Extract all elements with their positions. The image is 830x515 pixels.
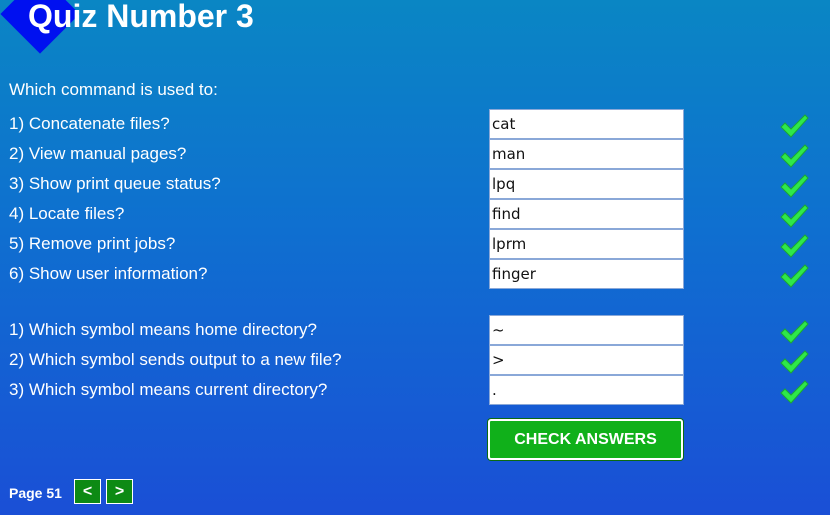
question-label: 2) Which symbol sends output to a new fi… [9, 350, 342, 369]
question-label: 3) Show print queue status? [9, 174, 221, 193]
correct-check-icon [780, 264, 809, 288]
correct-check-icon [780, 350, 809, 374]
answer-input[interactable] [489, 139, 684, 169]
correct-check-icon [780, 174, 809, 198]
answer-input[interactable] [489, 345, 684, 375]
question-label: 6) Show user information? [9, 264, 208, 283]
correct-check-icon [780, 380, 809, 404]
section-intro: Which command is used to: [9, 80, 218, 99]
correct-check-icon [780, 114, 809, 138]
question-label: 4) Locate files? [9, 204, 125, 223]
correct-check-icon [780, 320, 809, 344]
answer-input[interactable] [489, 109, 684, 139]
question-label: 5) Remove print jobs? [9, 234, 176, 253]
check-answers-button[interactable]: CHECK ANSWERS [488, 419, 683, 460]
question-label: 2) View manual pages? [9, 144, 187, 163]
answer-input[interactable] [489, 199, 684, 229]
answer-input[interactable] [489, 259, 684, 289]
question-label: 3) Which symbol means current directory? [9, 380, 328, 399]
page-number: Page 51 [9, 485, 62, 501]
answer-input[interactable] [489, 229, 684, 259]
correct-check-icon [780, 204, 809, 228]
question-label: 1) Which symbol means home directory? [9, 320, 318, 339]
next-page-button[interactable]: > [106, 479, 133, 504]
answer-input[interactable] [489, 315, 684, 345]
previous-page-button[interactable]: < [74, 479, 101, 504]
answer-input[interactable] [489, 169, 684, 199]
correct-check-icon [780, 144, 809, 168]
correct-check-icon [780, 234, 809, 258]
page-title: Quiz Number 3 [28, 0, 254, 34]
answer-input[interactable] [489, 375, 684, 405]
question-label: 1) Concatenate files? [9, 114, 170, 133]
